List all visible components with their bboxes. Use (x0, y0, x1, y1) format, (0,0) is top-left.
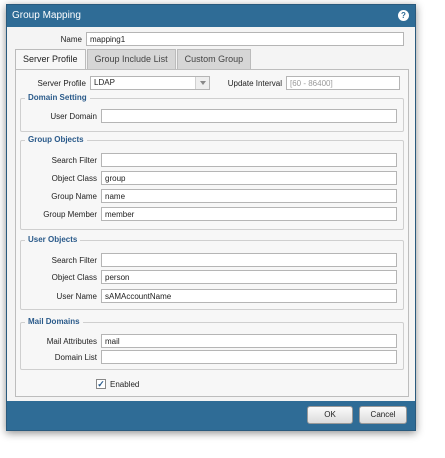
name-label: Name (60, 34, 82, 44)
user-domain-input[interactable] (101, 109, 397, 123)
tab-bar: Server Profile Group Include List Custom… (15, 49, 252, 70)
server-profile-label: Server Profile (37, 78, 86, 88)
help-icon[interactable]: ? (398, 10, 409, 21)
enabled-checkbox[interactable]: ✓ (96, 379, 106, 389)
server-profile-select[interactable]: LDAP (90, 76, 210, 90)
update-interval-row: Update Interval (222, 76, 400, 90)
user-search-filter-row: Search Filter (21, 253, 397, 267)
group-member-input[interactable] (101, 207, 397, 221)
dialog-footer: OK Cancel (7, 401, 415, 430)
chevron-down-icon[interactable] (195, 77, 209, 89)
user-object-class-input[interactable] (101, 270, 397, 284)
domain-setting-group: Domain Setting User Domain (20, 93, 404, 132)
group-object-class-row: Object Class (21, 171, 397, 185)
group-name-row: Group Name (21, 189, 397, 203)
group-object-class-input[interactable] (101, 171, 397, 185)
domain-list-label: Domain List (54, 352, 97, 362)
group-member-row: Group Member (21, 207, 397, 221)
mail-domains-group: Mail Domains Mail Attributes Domain List (20, 317, 404, 370)
dialog-titlebar: Group Mapping ? (7, 5, 415, 27)
name-input[interactable] (86, 32, 404, 46)
cancel-button[interactable]: Cancel (359, 406, 407, 424)
mail-domains-title: Mail Domains (25, 317, 83, 326)
update-interval-label: Update Interval (227, 78, 282, 88)
user-objects-group: User Objects Search Filter Object Class … (20, 235, 404, 310)
group-name-label: Group Name (51, 191, 97, 201)
mail-attributes-input[interactable] (101, 334, 397, 348)
group-name-input[interactable] (101, 189, 397, 203)
group-objects-title: Group Objects (25, 135, 87, 144)
enabled-label: Enabled (110, 379, 140, 389)
user-search-filter-input[interactable] (101, 253, 397, 267)
group-search-filter-input[interactable] (101, 153, 397, 167)
tab-group-include-list[interactable]: Group Include List (86, 49, 176, 69)
tab-custom-group[interactable]: Custom Group (176, 49, 252, 69)
user-domain-row: User Domain (21, 109, 397, 123)
server-profile-panel: Server Profile LDAP Update Interval Doma… (15, 69, 409, 397)
group-mapping-dialog: Group Mapping ? Name Server Profile Grou… (6, 4, 416, 431)
user-name-label: User Name (56, 291, 97, 301)
user-search-filter-label: Search Filter (51, 255, 97, 265)
group-search-filter-row: Search Filter (21, 153, 397, 167)
mail-attributes-row: Mail Attributes (21, 334, 397, 348)
group-objects-group: Group Objects Search Filter Object Class… (20, 135, 404, 230)
domain-list-row: Domain List (21, 350, 397, 364)
domain-list-input[interactable] (101, 350, 397, 364)
user-objects-title: User Objects (25, 235, 81, 244)
name-row: Name (13, 32, 404, 46)
group-object-class-label: Object Class (51, 173, 97, 183)
dialog-title: Group Mapping (12, 10, 81, 21)
ok-button[interactable]: OK (307, 406, 353, 424)
user-object-class-row: Object Class (21, 270, 397, 284)
server-profile-value: LDAP (94, 78, 115, 87)
enabled-row: ✓ Enabled (96, 379, 139, 389)
group-search-filter-label: Search Filter (51, 155, 97, 165)
update-interval-input[interactable] (286, 76, 400, 90)
server-profile-row: Server Profile LDAP (20, 76, 210, 90)
group-member-label: Group Member (43, 209, 97, 219)
user-object-class-label: Object Class (51, 272, 97, 282)
user-domain-label: User Domain (50, 111, 97, 121)
mail-attributes-label: Mail Attributes (46, 336, 97, 346)
domain-setting-title: Domain Setting (25, 93, 90, 102)
tab-server-profile[interactable]: Server Profile (15, 49, 86, 70)
user-name-input[interactable] (101, 289, 397, 303)
user-name-row: User Name (21, 289, 397, 303)
